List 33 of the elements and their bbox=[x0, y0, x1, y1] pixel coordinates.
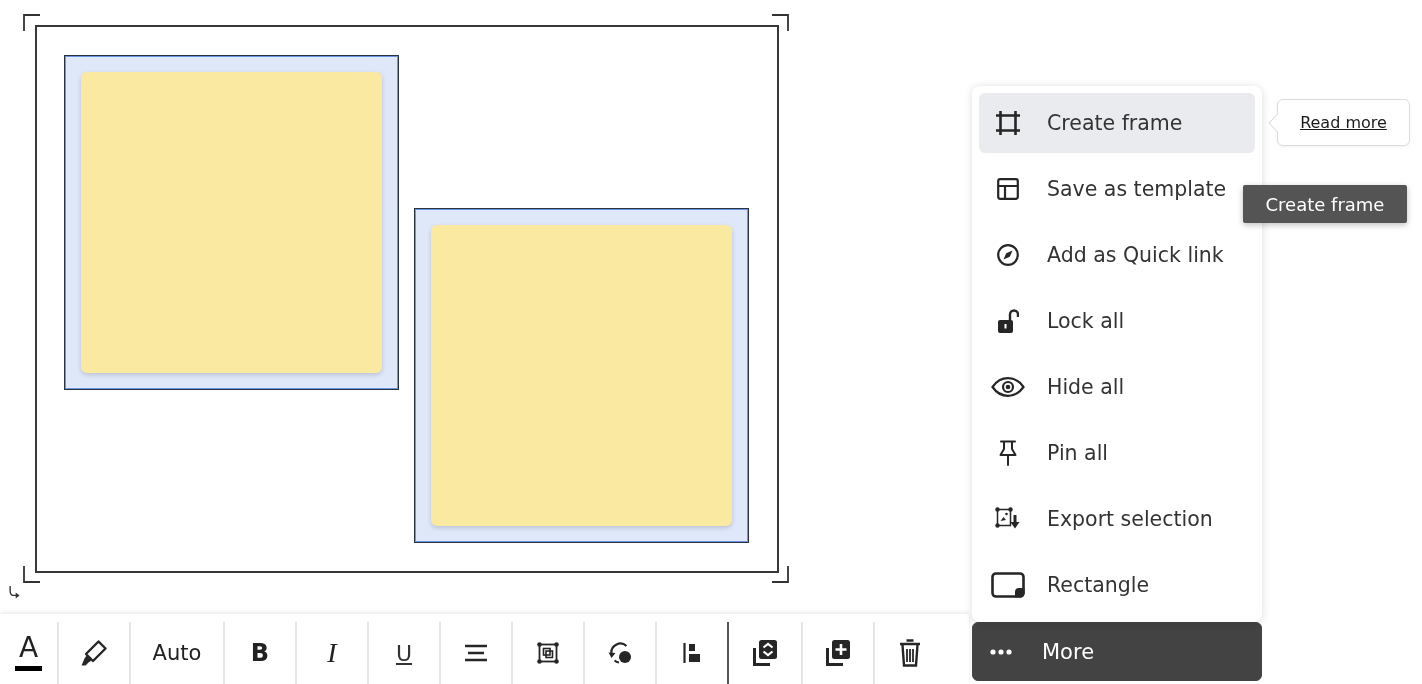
export-icon bbox=[995, 507, 1021, 531]
bold-button[interactable]: B bbox=[223, 622, 295, 684]
menu-item[interactable]: Hide all bbox=[979, 357, 1255, 417]
menu-item[interactable]: Create frame bbox=[979, 93, 1255, 153]
stacked-squares-icon bbox=[752, 639, 778, 667]
color-swatch-icon bbox=[15, 666, 42, 671]
text-color-button[interactable]: A bbox=[0, 622, 57, 684]
italic-button[interactable]: I bbox=[295, 622, 367, 684]
more-button[interactable]: More bbox=[972, 622, 1262, 681]
menu-item[interactable]: Export selection bbox=[979, 489, 1255, 549]
menu-item[interactable]: Lock all bbox=[979, 291, 1255, 351]
frame-icon bbox=[996, 111, 1020, 135]
padlock-icon bbox=[997, 308, 1019, 334]
ellipsis-icon bbox=[990, 648, 1012, 655]
duplicate-icon bbox=[825, 639, 851, 667]
font-size-button[interactable]: Auto bbox=[129, 622, 223, 684]
tooltip: Create frame bbox=[1243, 185, 1407, 223]
overlap-squares-icon bbox=[537, 642, 559, 664]
circle-arrow-icon bbox=[608, 642, 632, 664]
underline-button[interactable]: U bbox=[367, 622, 439, 684]
pen-icon bbox=[80, 639, 108, 667]
align-left-icon bbox=[683, 643, 701, 663]
eye-icon bbox=[991, 377, 1025, 397]
layout-icon bbox=[997, 178, 1019, 200]
pushpin-icon bbox=[999, 440, 1017, 466]
menu-item[interactable]: Add as Quick link bbox=[979, 225, 1255, 285]
menu-item[interactable]: Pin all bbox=[979, 423, 1255, 483]
menu-item[interactable]: Rectangle bbox=[979, 555, 1255, 615]
text-align-icon bbox=[464, 644, 488, 662]
rectangle-icon bbox=[991, 572, 1025, 598]
read-more-link[interactable]: Read more bbox=[1300, 113, 1387, 132]
compass-icon bbox=[997, 244, 1019, 266]
trash-icon bbox=[899, 639, 921, 667]
